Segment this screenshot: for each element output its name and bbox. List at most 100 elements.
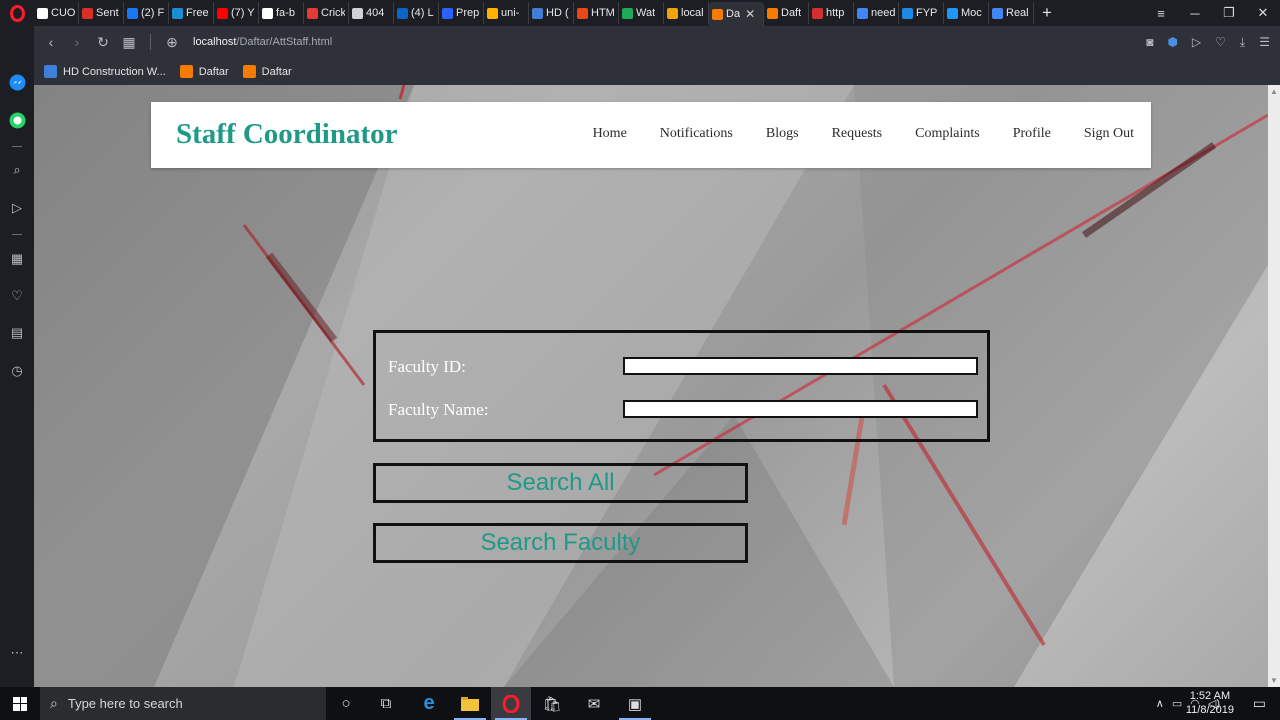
bookmark-item[interactable]: Daftar xyxy=(179,65,229,78)
search-faculty-button[interactable]: Search Faculty xyxy=(373,523,748,563)
browser-tab[interactable]: Free xyxy=(169,2,214,24)
nav-home[interactable]: Home xyxy=(593,126,627,142)
settings-menu-icon[interactable]: ☰ xyxy=(1259,35,1270,49)
browser-tab[interactable]: HD ( xyxy=(529,2,574,24)
tab-favicon-icon xyxy=(487,7,498,19)
photos-icon[interactable]: ▣ xyxy=(615,687,655,720)
flow-icon[interactable]: ▷ xyxy=(7,198,27,218)
restore-button[interactable]: ❐ xyxy=(1212,5,1246,21)
speed-dial-icon[interactable]: ▦ xyxy=(7,249,27,269)
bookmark-item[interactable]: HD Construction W... xyxy=(44,65,166,78)
page-scrollbar[interactable]: ▲ ▼ xyxy=(1268,85,1280,687)
browser-tab[interactable]: Real xyxy=(989,2,1034,24)
nav-complaints[interactable]: Complaints xyxy=(915,126,980,142)
nav-profile[interactable]: Profile xyxy=(1013,126,1051,142)
forward-icon[interactable]: › xyxy=(64,34,90,50)
tab-title: HTM xyxy=(591,7,615,19)
scroll-down-icon[interactable]: ▼ xyxy=(1270,676,1278,685)
file-explorer-icon[interactable] xyxy=(450,687,490,720)
clock[interactable]: 1:52 AM 11/8/2019 xyxy=(1186,689,1234,717)
store-icon[interactable]: 🛍 xyxy=(532,687,572,720)
browser-tab[interactable]: HTM xyxy=(574,2,619,24)
tab-title: Da xyxy=(726,8,741,20)
browser-tab[interactable]: Prep xyxy=(439,2,484,24)
reload-icon[interactable]: ↻ xyxy=(90,34,116,51)
browser-tab[interactable]: Sent xyxy=(79,2,124,24)
browser-tab[interactable]: uni- xyxy=(484,2,529,24)
edge-icon[interactable]: e xyxy=(409,687,449,720)
divider xyxy=(12,146,22,147)
browser-tab[interactable]: Wat xyxy=(619,2,664,24)
faculty-name-input[interactable] xyxy=(623,400,978,418)
browser-tab[interactable]: http xyxy=(809,2,854,24)
chevron-up-icon[interactable]: ∧ xyxy=(1156,697,1164,710)
bookmark-item[interactable]: Daftar xyxy=(242,65,292,78)
download-icon[interactable]: ⤓ xyxy=(1240,35,1245,50)
whatsapp-icon[interactable] xyxy=(7,110,27,130)
nav-sign-out[interactable]: Sign Out xyxy=(1084,126,1134,142)
tab-title: Prep xyxy=(456,7,480,19)
url-field[interactable]: localhost/Daftar/AttStaff.html xyxy=(193,36,332,48)
start-button[interactable] xyxy=(0,687,40,720)
battery-icon[interactable]: ▭ xyxy=(1172,697,1182,710)
browser-tab[interactable]: local xyxy=(664,2,709,24)
heart-icon[interactable]: ♡ xyxy=(7,286,27,306)
more-icon[interactable]: ⋯ xyxy=(7,643,27,663)
faculty-id-input[interactable] xyxy=(623,357,978,375)
tab-title: 404 xyxy=(366,7,385,19)
browser-tab[interactable]: FYP xyxy=(899,2,944,24)
opera-logo-icon xyxy=(9,4,25,22)
opera-icon[interactable] xyxy=(491,687,531,720)
tab-grid-icon[interactable]: ▦ xyxy=(116,34,142,51)
tab-title: Crick xyxy=(321,7,345,19)
tab-strip: CUO Sent (2) F Free (7) Y fa-b Crick 404 (4) L Pr… xyxy=(0,0,1280,26)
notification-icon[interactable]: ▭ xyxy=(1253,695,1266,712)
browser-tab[interactable]: Da ✕ xyxy=(709,2,764,26)
search-all-button[interactable]: Search All xyxy=(373,463,748,503)
send-icon[interactable]: ▷ xyxy=(1192,35,1201,49)
browser-tab[interactable]: Moc xyxy=(944,2,989,24)
nav-blogs[interactable]: Blogs xyxy=(766,126,799,142)
task-view-icon[interactable]: ⧉ xyxy=(366,687,406,720)
shield-icon[interactable]: ⬢ xyxy=(1167,35,1177,49)
back-icon[interactable]: ‹ xyxy=(38,34,64,50)
mail-icon[interactable]: ✉ xyxy=(574,687,614,720)
heart-icon[interactable]: ♡ xyxy=(1215,35,1226,49)
browser-tab[interactable]: need xyxy=(854,2,899,24)
tab-favicon-icon xyxy=(857,7,868,19)
page-viewport: Staff Coordinator Home Notifications Blo… xyxy=(34,85,1268,687)
close-window-button[interactable]: ✕ xyxy=(1246,5,1280,21)
bookmark-label: Daftar xyxy=(261,65,292,78)
news-icon[interactable]: ▤ xyxy=(7,323,27,343)
tab-favicon-icon xyxy=(37,7,48,19)
history-icon[interactable]: ◷ xyxy=(7,361,27,381)
browser-tab[interactable]: (4) L xyxy=(394,2,439,24)
browser-tab[interactable]: (2) F xyxy=(124,2,169,24)
tab-favicon-icon xyxy=(902,7,913,19)
tab-menu-icon[interactable]: ≡ xyxy=(1144,6,1178,21)
faculty-name-label: Faculty Name: xyxy=(388,400,489,419)
tab-favicon-icon xyxy=(947,7,958,19)
snapshot-icon[interactable]: ◙ xyxy=(1146,35,1153,49)
browser-tab[interactable]: 404 xyxy=(349,2,394,24)
tab-favicon-icon xyxy=(667,7,678,19)
browser-tab[interactable]: Daft xyxy=(764,2,809,24)
opera-menu-button[interactable] xyxy=(0,0,34,26)
messenger-icon[interactable] xyxy=(7,72,27,92)
cortana-icon[interactable]: ○ xyxy=(326,687,366,720)
browser-tab[interactable]: Crick xyxy=(304,2,349,24)
browser-tab[interactable]: (7) Y xyxy=(214,2,259,24)
scroll-up-icon[interactable]: ▲ xyxy=(1270,87,1278,96)
taskbar-search[interactable]: ⌕ Type here to search xyxy=(40,687,326,720)
tab-title: Moc xyxy=(961,7,982,19)
nav-requests[interactable]: Requests xyxy=(832,126,883,142)
minimize-button[interactable]: ─ xyxy=(1178,6,1212,21)
new-tab-button[interactable]: + xyxy=(1034,3,1060,23)
search-icon[interactable]: ⌕ xyxy=(7,160,27,180)
browser-tab[interactable]: fa-b xyxy=(259,2,304,24)
tab-favicon-icon xyxy=(217,7,228,19)
site-title[interactable]: Staff Coordinator xyxy=(176,118,398,151)
nav-notifications[interactable]: Notifications xyxy=(660,126,733,142)
close-tab-icon[interactable]: ✕ xyxy=(745,7,755,21)
browser-tab[interactable]: CUO xyxy=(34,2,79,24)
